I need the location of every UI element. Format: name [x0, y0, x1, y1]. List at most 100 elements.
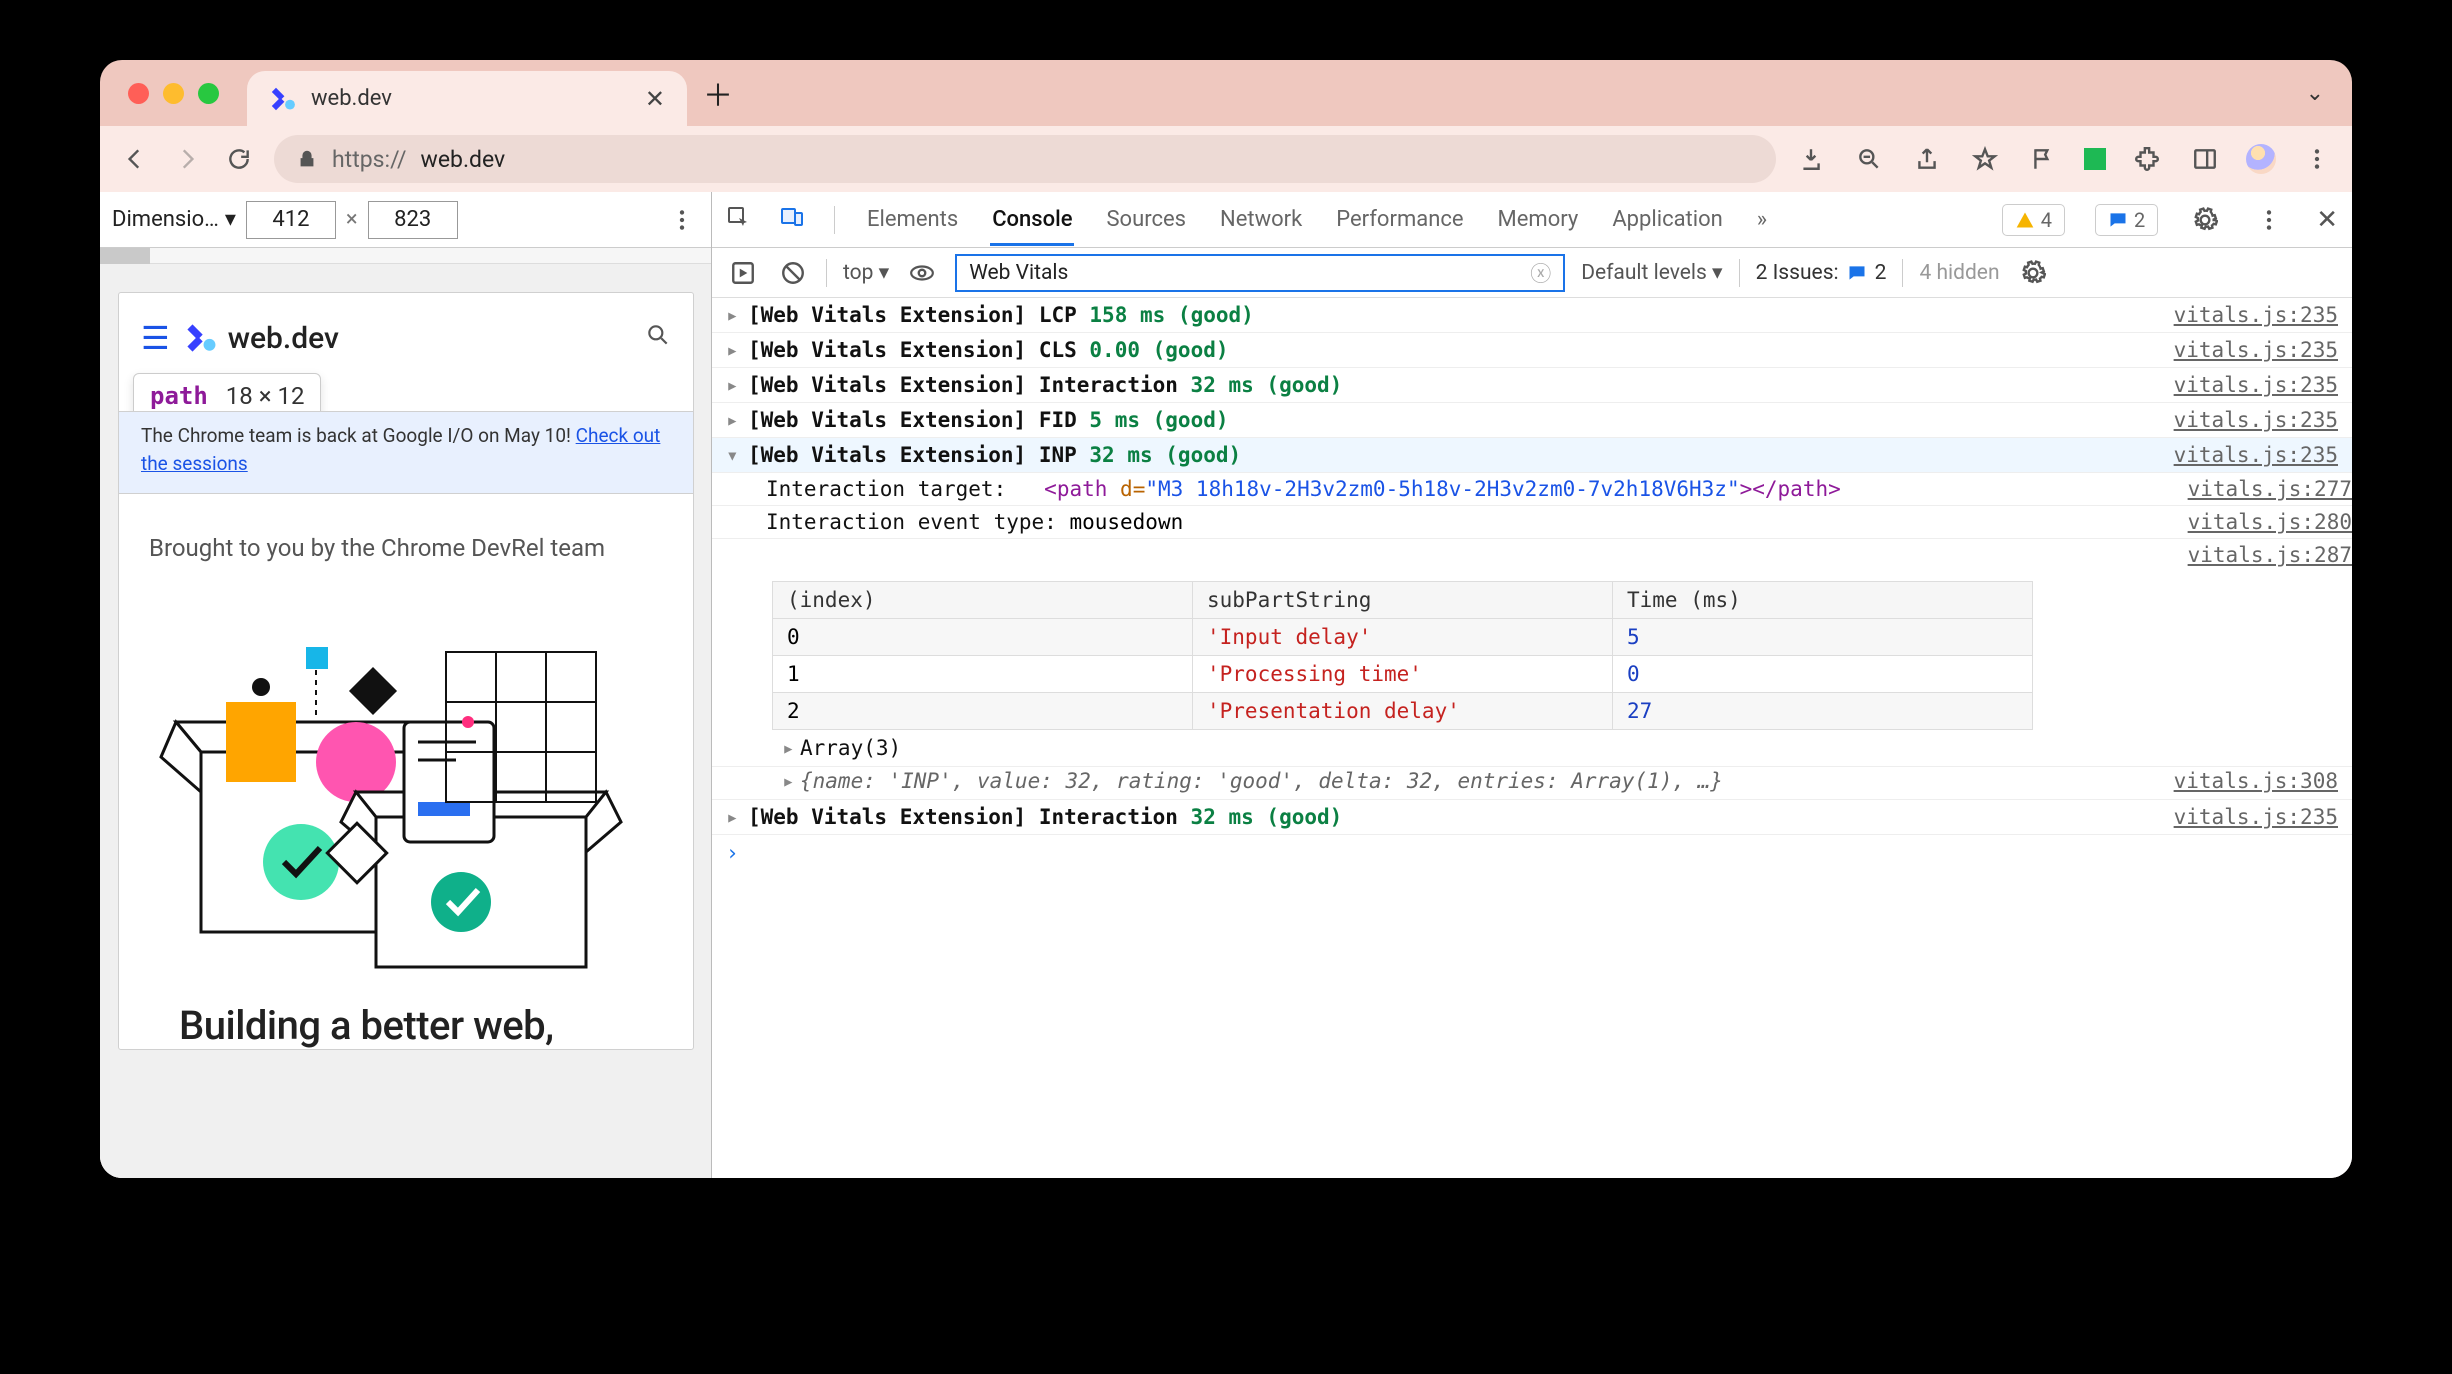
table-row[interactable]: 2 'Presentation delay' 27 [773, 693, 2033, 730]
console-prompt[interactable]: › [712, 835, 2352, 871]
omnibox[interactable]: https://web.dev [274, 135, 1776, 183]
hero-title: Building a better web, [119, 972, 693, 1049]
context-select[interactable]: top ▾ [843, 260, 889, 285]
object-summary[interactable]: ▸ {name: 'INP', value: 32, rating: 'good… [712, 767, 2352, 800]
settings-button[interactable] [2188, 203, 2222, 237]
new-tab-button[interactable]: ＋ [701, 71, 735, 115]
console-settings-button[interactable] [2016, 256, 2050, 290]
tab-console[interactable]: Console [990, 207, 1074, 246]
table-row[interactable]: 1 'Processing time' 0 [773, 656, 2033, 693]
page-brand[interactable]: web.dev [184, 321, 339, 356]
disclosure-icon[interactable]: ▾ [726, 443, 748, 467]
profile-avatar[interactable] [2246, 144, 2276, 174]
console-row[interactable]: ▸ [Web Vitals Extension] Interaction 32 … [712, 800, 2352, 835]
minimize-window-button[interactable] [163, 83, 184, 104]
issues-chip[interactable]: 2 Issues: 2 [1756, 261, 1887, 285]
source-link[interactable]: vitals.js:235 [2174, 303, 2338, 327]
flag-icon[interactable] [2026, 142, 2060, 176]
warnings-chip[interactable]: 4 [2002, 204, 2065, 236]
levels-select[interactable]: Default levels ▾ [1581, 260, 1722, 285]
disclosure-icon[interactable]: ▸ [782, 769, 800, 793]
forward-button[interactable] [170, 142, 204, 176]
device-label: Dimensio… [112, 207, 219, 232]
devtools-menu-button[interactable] [2252, 203, 2286, 237]
install-button[interactable] [1794, 142, 1828, 176]
tab-strip: web.dev ✕ ＋ ⌄ [100, 60, 2352, 126]
zoom-button[interactable] [1852, 142, 1886, 176]
filter-value: Web Vitals [969, 261, 1068, 285]
bookmark-button[interactable] [1968, 142, 2002, 176]
source-link[interactable]: vitals.js:235 [2174, 443, 2338, 467]
console-row[interactable]: ▸ [Web Vitals Extension] LCP 158 ms (goo… [712, 298, 2352, 333]
console-row[interactable]: ▸ [Web Vitals Extension] FID 5 ms (good)… [712, 403, 2352, 438]
tab-application[interactable]: Application [1610, 207, 1724, 246]
disclosure-icon[interactable]: ▸ [726, 805, 748, 829]
close-devtools-button[interactable]: ✕ [2316, 205, 2338, 235]
lock-icon [296, 148, 318, 170]
web-dev-logo-icon [184, 321, 218, 355]
live-expression-button[interactable] [905, 256, 939, 290]
table-source-line: vitals.js:287 [712, 539, 2352, 571]
source-link[interactable]: vitals.js:287 [2188, 543, 2352, 567]
hamburger-icon[interactable]: ☰ [141, 319, 170, 357]
tab-performance[interactable]: Performance [1334, 207, 1465, 246]
search-icon[interactable] [645, 322, 671, 355]
source-link[interactable]: vitals.js:235 [2174, 805, 2338, 829]
disclosure-icon[interactable]: ▸ [726, 338, 748, 362]
close-tab-button[interactable]: ✕ [645, 85, 665, 113]
hero-illustration [146, 592, 666, 972]
device-menu-button[interactable] [665, 203, 699, 237]
source-link[interactable]: vitals.js:280 [2188, 510, 2352, 534]
source-link[interactable]: vitals.js:308 [2174, 769, 2338, 793]
share-button[interactable] [1910, 142, 1944, 176]
source-link[interactable]: vitals.js:235 [2174, 373, 2338, 397]
reload-button[interactable] [222, 142, 256, 176]
console-filter-input[interactable]: Web Vitals ⓧ [955, 254, 1565, 292]
tab-overflow[interactable]: » [1755, 207, 1769, 246]
messages-chip[interactable]: 2 [2095, 204, 2158, 236]
device-viewport: ☰ web.dev [100, 264, 711, 1178]
sidepanel-button[interactable] [2188, 142, 2222, 176]
tab-overflow-button[interactable]: ⌄ [2306, 81, 2324, 106]
url-bar: https://web.dev [100, 126, 2352, 192]
tab-elements[interactable]: Elements [865, 207, 960, 246]
array-summary[interactable]: ▸ Array(3) [712, 734, 2352, 767]
extensions-button[interactable] [2130, 142, 2164, 176]
source-link[interactable]: vitals.js:277 [2188, 477, 2352, 501]
browser-tab[interactable]: web.dev ✕ [247, 71, 687, 126]
source-link[interactable]: vitals.js:235 [2174, 408, 2338, 432]
tab-sources[interactable]: Sources [1104, 207, 1188, 246]
back-button[interactable] [118, 142, 152, 176]
table-row[interactable]: 0 'Input delay' 5 [773, 619, 2033, 656]
page-brand-text: web.dev [228, 321, 339, 356]
console-row-expanded[interactable]: ▾ [Web Vitals Extension] INP 32 ms (good… [712, 438, 2352, 473]
url-scheme: https:// [332, 146, 407, 173]
inspect-button[interactable] [726, 205, 750, 235]
maximize-window-button[interactable] [198, 83, 219, 104]
disclosure-icon[interactable]: ▸ [726, 303, 748, 327]
console-row[interactable]: ▸ [Web Vitals Extension] Interaction 32 … [712, 368, 2352, 403]
execute-button[interactable] [726, 256, 760, 290]
extension-vue[interactable] [2084, 148, 2106, 170]
console-row[interactable]: ▸ [Web Vitals Extension] CLS 0.00 (good)… [712, 333, 2352, 368]
close-window-button[interactable] [128, 83, 149, 104]
disclosure-icon[interactable]: ▸ [726, 373, 748, 397]
console-output: ▸ [Web Vitals Extension] LCP 158 ms (goo… [712, 298, 2352, 1178]
chevron-down-icon: ▾ [225, 207, 236, 232]
issues-label: 2 Issues: [1756, 261, 1839, 285]
clear-filter-button[interactable]: ⓧ [1530, 258, 1551, 288]
source-link[interactable]: vitals.js:235 [2174, 338, 2338, 362]
device-toggle-button[interactable] [780, 205, 804, 235]
width-input[interactable]: 412 [246, 201, 336, 239]
hover-tag: path [150, 382, 208, 410]
disclosure-icon[interactable]: ▸ [782, 736, 800, 760]
chrome-menu-button[interactable] [2300, 142, 2334, 176]
hover-dims: 18 × 12 [226, 382, 305, 410]
disclosure-icon[interactable]: ▸ [726, 408, 748, 432]
clear-console-button[interactable] [776, 256, 810, 290]
tab-memory[interactable]: Memory [1496, 207, 1581, 246]
height-input[interactable]: 823 [368, 201, 458, 239]
device-select[interactable]: Dimensio… ▾ [112, 207, 236, 232]
tab-network[interactable]: Network [1218, 207, 1304, 246]
banner-text: The Chrome team is back at Google I/O on… [141, 424, 576, 447]
